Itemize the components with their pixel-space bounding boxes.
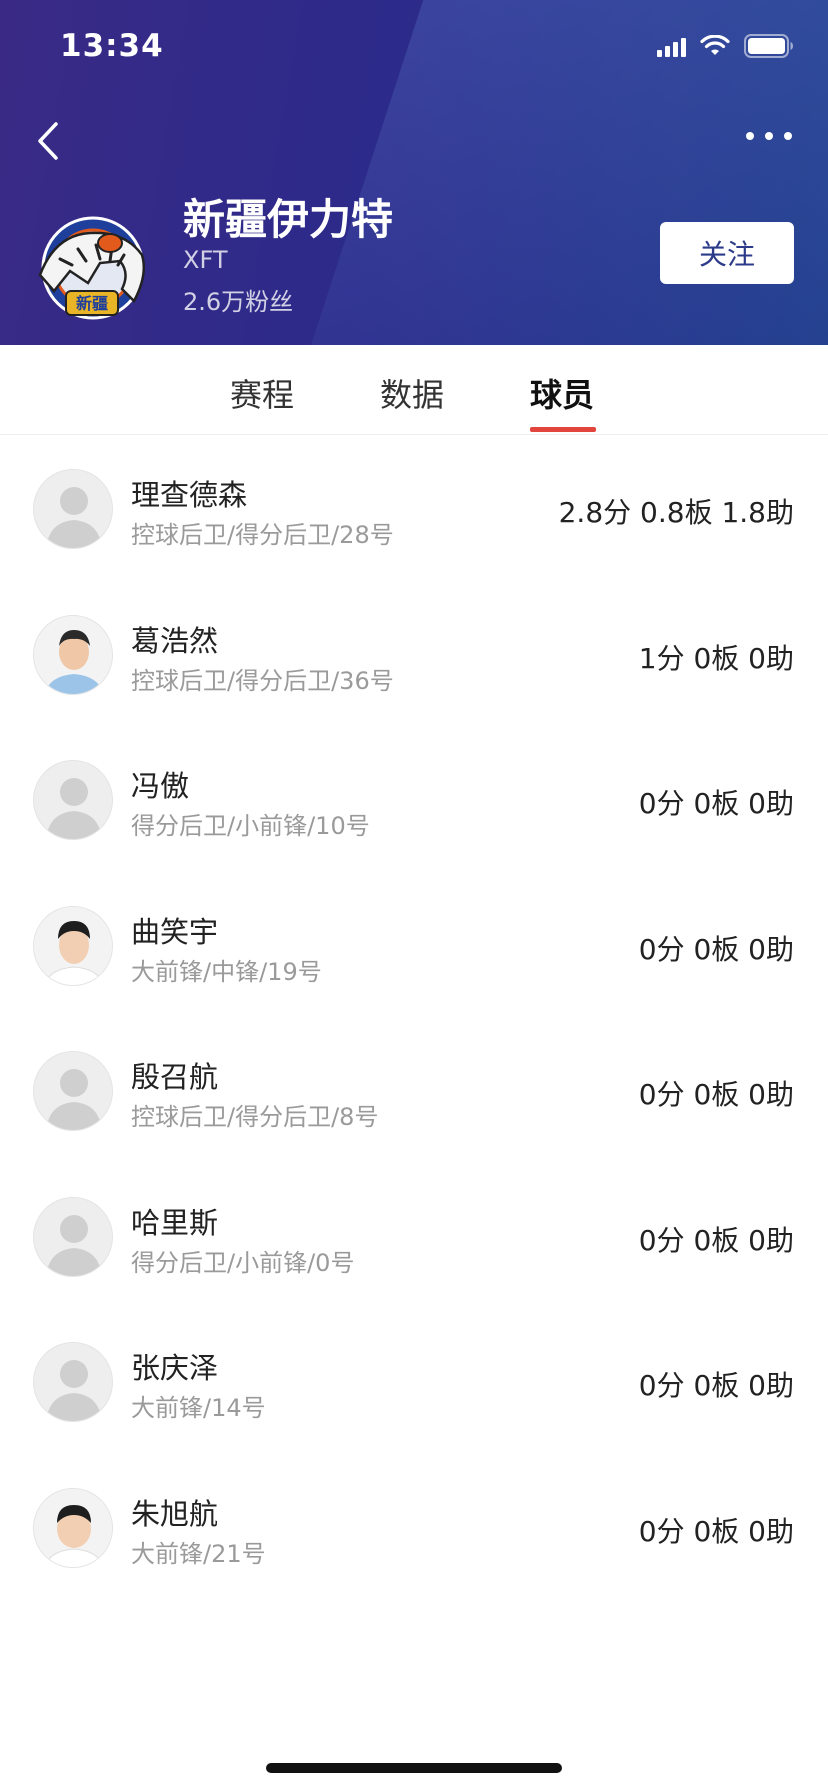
player-stats: 0分 0板 0助 [638,787,794,820]
player-row[interactable]: 哈里斯 得分后卫/小前锋/0号 0分 0板 0助 [0,1164,828,1310]
player-list: 理查德森 控球后卫/得分后卫/28号 2.8分 0.8板 1.8助 葛浩然 控球… [0,436,828,1600]
tab-bar: 赛程 数据 球员 [0,345,828,435]
player-name: 张庆泽 [131,1351,219,1385]
player-stats: 0分 0板 0助 [638,1369,794,1402]
player-position: 大前锋/14号 [131,1394,266,1422]
player-name: 殷召航 [131,1060,219,1094]
more-dot-icon [765,132,773,140]
player-name: 朱旭航 [131,1496,219,1531]
player-avatar-placeholder [33,469,113,549]
player-position: 得分后卫/小前锋/10号 [131,812,370,840]
player-row[interactable]: 冯傲 得分后卫/小前锋/10号 0分 0板 0助 [0,727,828,873]
tab-active-indicator [530,427,596,432]
player-row[interactable]: 曲笑宇 大前锋/中锋/19号 0分 0板 0助 [0,873,828,1019]
tab-data[interactable]: 数据 [380,370,444,416]
follow-button[interactable]: 关注 [660,222,794,284]
player-row[interactable]: 理查德森 控球后卫/得分后卫/28号 2.8分 0.8板 1.8助 [0,436,828,582]
player-avatar-placeholder [33,1196,113,1277]
more-dot-icon [746,132,754,140]
player-row[interactable]: 葛浩然 控球后卫/得分后卫/36号 1分 0板 0助 [0,582,828,728]
player-avatar-placeholder [33,1342,113,1422]
player-position: 大前锋/中锋/19号 [131,957,322,986]
player-avatar-photo [33,1487,113,1568]
player-name: 曲笑宇 [131,914,219,949]
player-name: 理查德森 [131,478,248,512]
player-position: 控球后卫/得分后卫/36号 [131,666,394,695]
tab-players[interactable]: 球员 [530,370,594,416]
team-logo: 新疆 [30,205,156,331]
back-button[interactable] [30,118,70,164]
more-options-button[interactable] [746,132,792,140]
more-dot-icon [784,132,792,140]
player-avatar-placeholder [33,1051,113,1131]
status-time: 13:34 [60,28,164,64]
player-stats: 2.8分 0.8板 1.8助 [558,496,794,529]
chevron-left-icon [38,122,58,160]
tab-schedule[interactable]: 赛程 [230,370,294,416]
player-row[interactable]: 张庆泽 大前锋/14号 0分 0板 0助 [0,1309,828,1455]
player-position: 控球后卫/得分后卫/28号 [131,521,394,549]
player-stats: 0分 0板 0助 [638,1223,794,1257]
player-avatar-placeholder [33,760,113,840]
player-stats: 0分 0板 0助 [638,1078,794,1111]
team-name: 新疆伊力特 [183,195,394,244]
home-indicator[interactable] [266,1763,562,1773]
battery-icon [744,34,794,58]
player-row[interactable]: 朱旭航 大前锋/21号 0分 0板 0助 [0,1455,828,1601]
player-row[interactable]: 殷召航 控球后卫/得分后卫/8号 0分 0板 0助 [0,1018,828,1164]
player-avatar-photo [33,905,113,986]
player-stats: 1分 0板 0助 [638,641,794,675]
team-abbreviation: XFT [183,246,228,274]
team-logo-text: 新疆 [76,294,108,313]
wifi-icon [700,35,730,57]
player-name: 葛浩然 [131,623,219,658]
fans-count: 2.6万粉丝 [183,288,294,316]
team-header: 13:34 新疆 新疆伊力特 XFT 2.6万粉丝 关注 [0,0,828,345]
player-position: 得分后卫/小前锋/0号 [131,1248,355,1277]
signal-icon [657,35,686,57]
player-position: 大前锋/21号 [131,1539,266,1568]
player-avatar-photo [33,614,113,695]
player-position: 控球后卫/得分后卫/8号 [131,1103,379,1131]
player-stats: 0分 0板 0助 [638,1514,794,1548]
status-icons [657,34,794,58]
player-name: 哈里斯 [131,1205,219,1240]
player-stats: 0分 0板 0助 [638,932,794,966]
player-name: 冯傲 [131,769,190,803]
